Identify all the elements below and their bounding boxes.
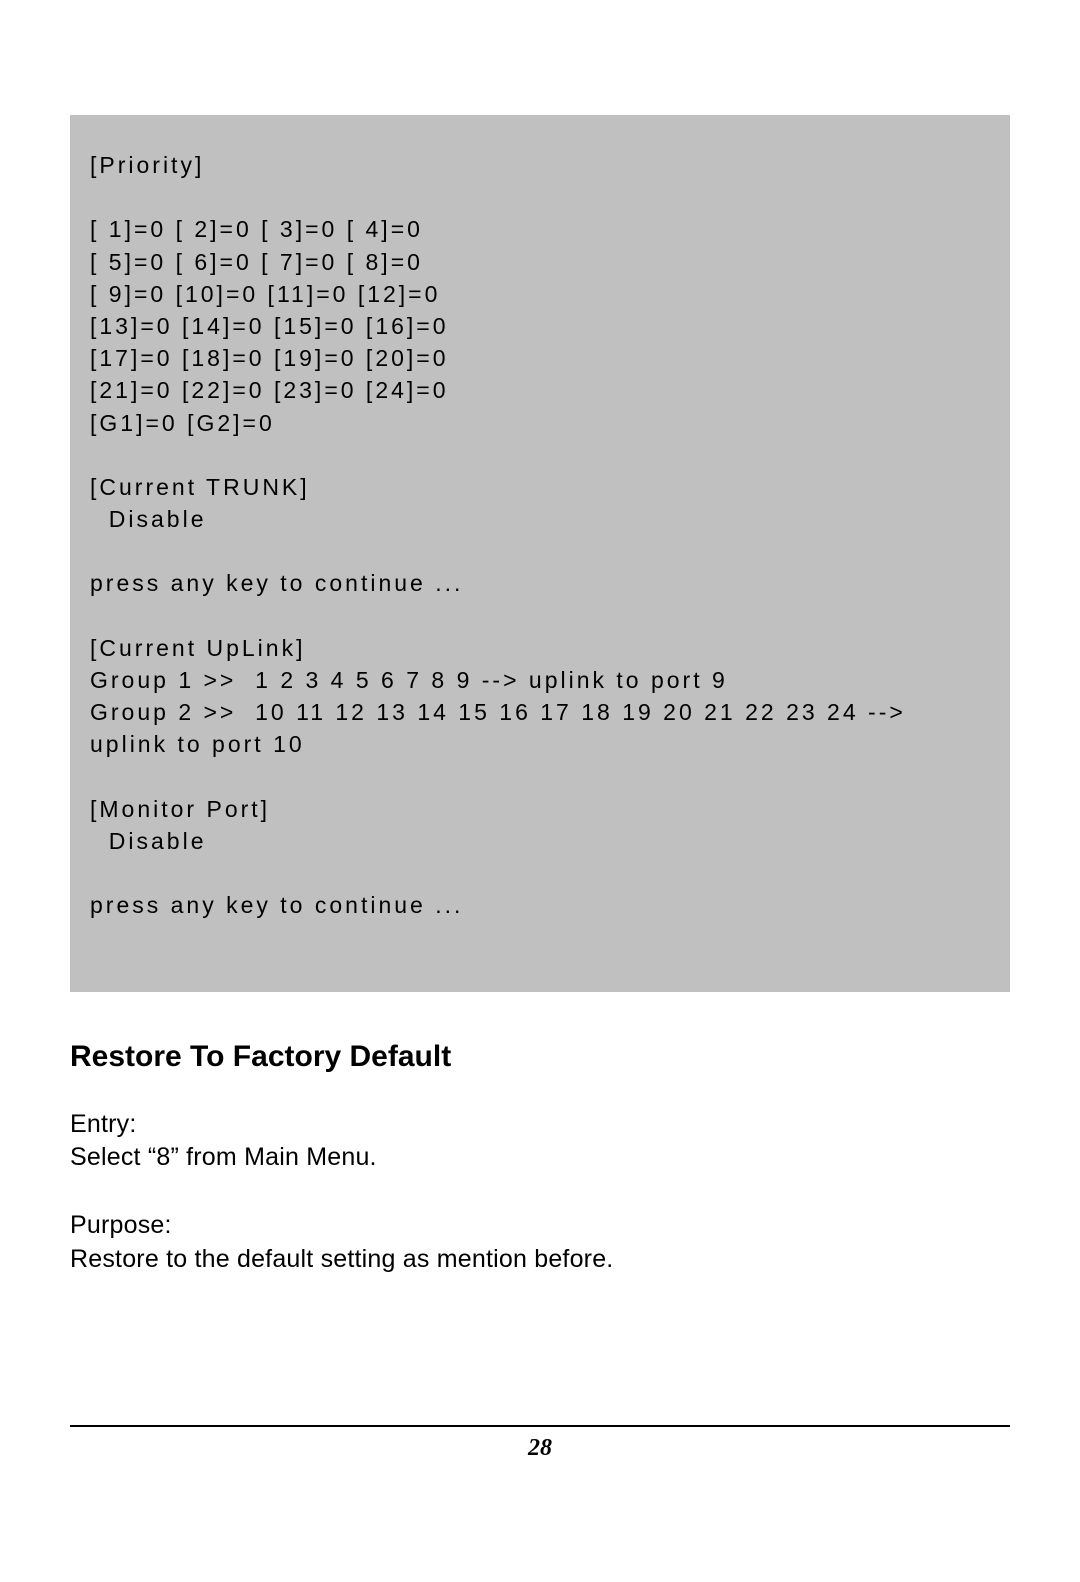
page: [Priority] [ 1]=0 [ 2]=0 [ 3]=0 [ 4]=0 […	[0, 0, 1080, 1582]
entry-label: Entry:	[70, 1110, 137, 1138]
console-block: [Priority] [ 1]=0 [ 2]=0 [ 3]=0 [ 4]=0 […	[70, 115, 1010, 992]
section-heading: Restore To Factory Default	[70, 1040, 1010, 1074]
entry-block: Entry: Select “8” from Main Menu.	[70, 1108, 1010, 1176]
page-number: 28	[0, 1435, 1080, 1462]
entry-text: Select “8” from Main Menu.	[70, 1143, 377, 1171]
purpose-label: Purpose:	[70, 1211, 172, 1239]
purpose-text: Restore to the default setting as mentio…	[70, 1245, 613, 1273]
purpose-block: Purpose: Restore to the default setting …	[70, 1209, 1010, 1277]
footer-rule	[70, 1425, 1010, 1427]
